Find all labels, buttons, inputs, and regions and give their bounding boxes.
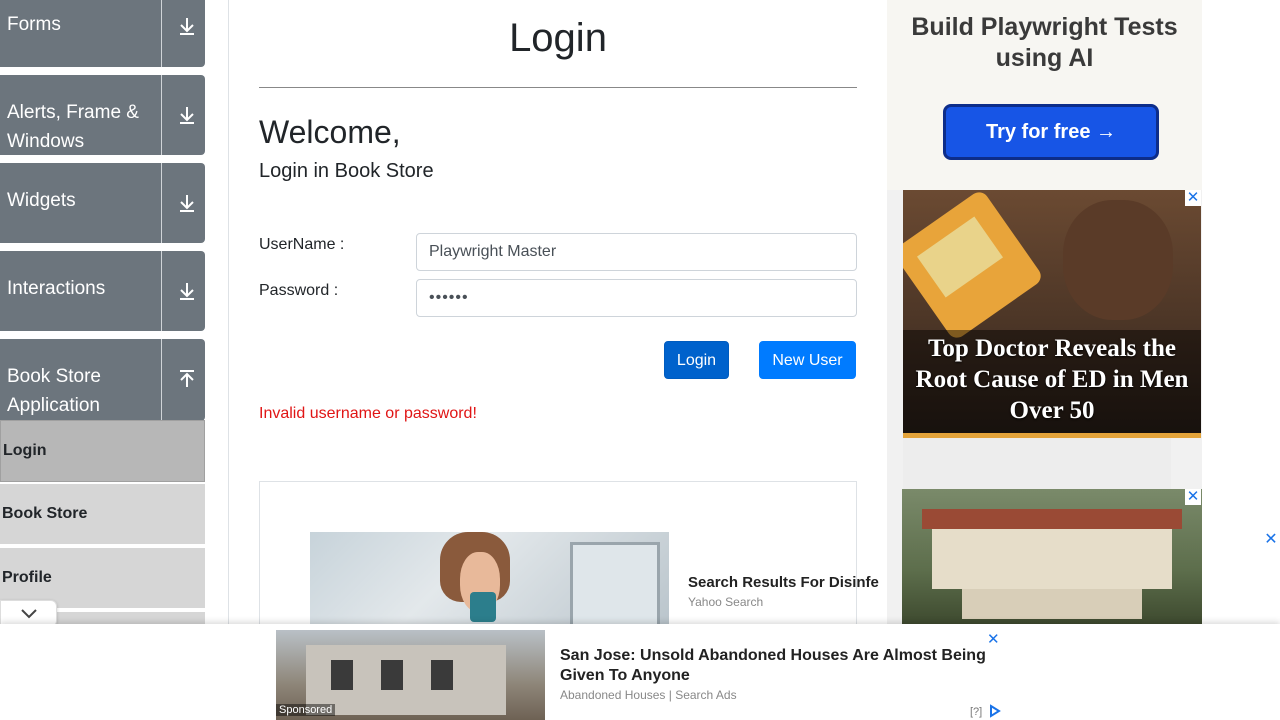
ad-doctor[interactable]: Top Doctor Reveals the Root Cause of ED … <box>903 190 1201 438</box>
error-message: Invalid username or password! <box>259 405 477 422</box>
password-input[interactable]: •••••• <box>416 279 857 317</box>
inline-ad-title[interactable]: Search Results For Disinfe <box>688 574 886 591</box>
inline-ad-source: Yahoo Search <box>688 595 764 609</box>
title-divider <box>259 87 857 88</box>
window-shape <box>381 660 403 690</box>
sidebar-group-widgets[interactable]: Widgets <box>0 163 205 243</box>
sponsored-label: Sponsored <box>276 704 336 716</box>
collapse-toggle[interactable] <box>0 600 57 627</box>
group-label: Forms <box>7 14 61 35</box>
wall-shape <box>932 529 1172 589</box>
username-label: UserName : <box>259 236 345 253</box>
window-shape <box>431 660 453 690</box>
sidebar-item-book-store[interactable]: Book Store <box>0 484 205 546</box>
close-icon[interactable]: ✕ <box>1263 532 1279 548</box>
sidebar-group-interactions[interactable]: Interactions <box>0 251 205 331</box>
group-label: Book Store Application <box>7 366 101 416</box>
adchoices-icon[interactable] <box>988 704 1002 718</box>
sidebar-group-alerts[interactable]: Alerts, Frame & Windows <box>0 75 205 155</box>
group-label: Widgets <box>7 190 76 211</box>
login-button[interactable]: Login <box>664 341 729 379</box>
try-free-button[interactable]: Try for free → <box>943 104 1159 160</box>
ad-playwright[interactable]: Build Playwright Tests using AI Try for … <box>887 0 1202 190</box>
download-icon <box>180 195 194 212</box>
sidebar-group-forms[interactable]: Forms <box>0 0 205 67</box>
wall-shape <box>962 589 1142 619</box>
inline-ad-image[interactable] <box>310 532 669 632</box>
sticky-ad-title[interactable]: San Jose: Unsold Abandoned Houses Are Al… <box>560 646 1000 686</box>
close-icon[interactable]: ✕ <box>1185 489 1201 505</box>
download-icon <box>180 18 194 35</box>
welcome-subtitle: Login in Book Store <box>259 160 434 182</box>
cup-shape <box>470 592 496 622</box>
sidebar-item-login[interactable]: Login <box>0 420 205 482</box>
ad-spacer <box>903 438 1171 489</box>
close-icon[interactable]: ✕ <box>1185 190 1201 206</box>
sidebar: Forms Alerts, Frame & Windows Widgets In… <box>0 0 229 720</box>
ad-house[interactable] <box>902 489 1202 624</box>
roof-shape <box>922 509 1182 529</box>
download-icon <box>180 107 194 124</box>
window-shape <box>331 660 353 690</box>
sticky-ad-source: Abandoned Houses | Search Ads <box>560 688 737 702</box>
ad-headline: Top Doctor Reveals the Root Cause of ED … <box>915 335 1189 424</box>
sidebar-item-label: Profile <box>2 569 52 586</box>
welcome-heading: Welcome, <box>259 114 401 150</box>
chevron-down-icon <box>21 609 37 619</box>
new-user-button[interactable]: New User <box>759 341 856 379</box>
close-icon[interactable]: ✕ <box>987 630 1000 648</box>
download-icon <box>180 283 194 300</box>
password-label: Password : <box>259 282 339 299</box>
sidebar-item-label: Login <box>3 442 47 459</box>
group-label: Alerts, Frame & Windows <box>7 102 139 152</box>
page-title: Login <box>509 16 607 60</box>
ad-heading: Build Playwright Tests using AI <box>911 13 1178 72</box>
head-shape <box>1063 200 1173 320</box>
sidebar-group-book-store[interactable]: Book Store Application <box>0 339 205 421</box>
ad-help-link[interactable]: [?] <box>970 706 982 718</box>
username-input[interactable]: Playwright Master <box>416 233 857 271</box>
window-shape <box>570 542 660 632</box>
upload-icon <box>180 370 194 387</box>
sidebar-item-label: Book Store <box>2 505 88 522</box>
group-label: Interactions <box>7 278 106 299</box>
